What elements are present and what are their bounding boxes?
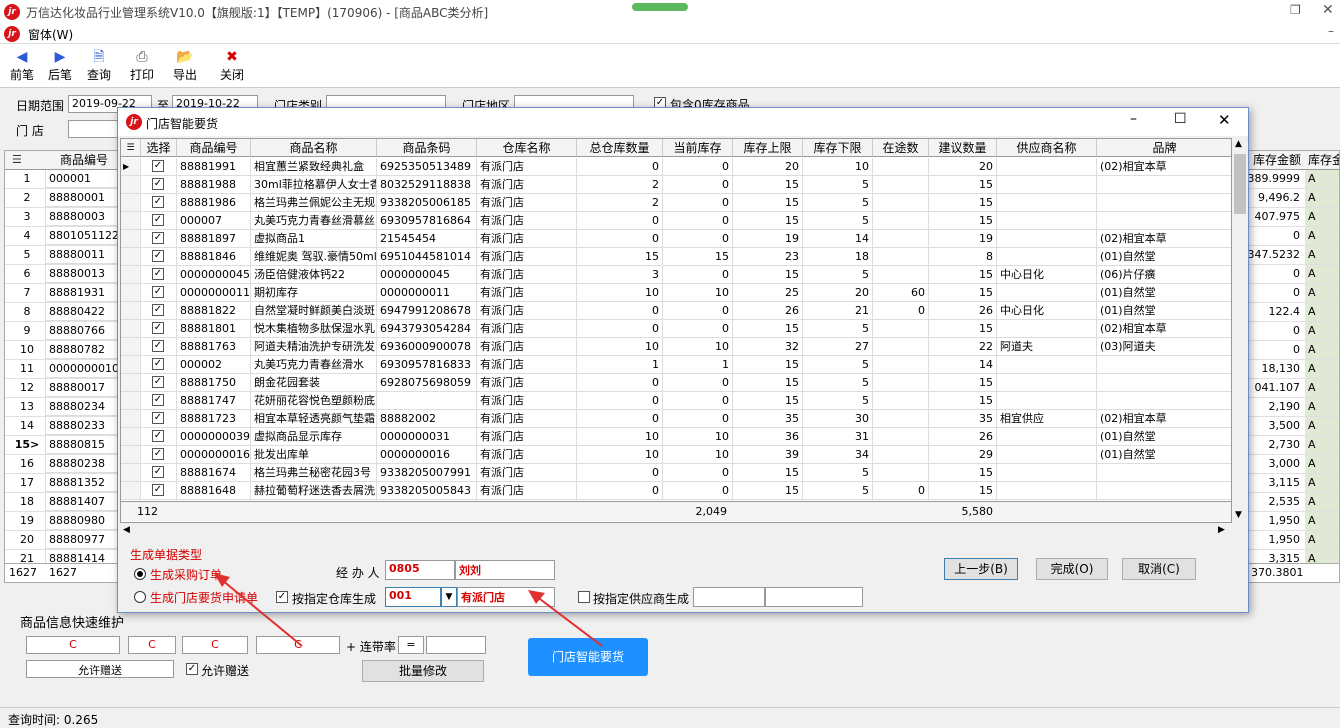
arrow-line-left: [221, 579, 303, 647]
annotation-arrows: [214, 573, 603, 647]
arrow-line-right: [535, 595, 603, 647]
